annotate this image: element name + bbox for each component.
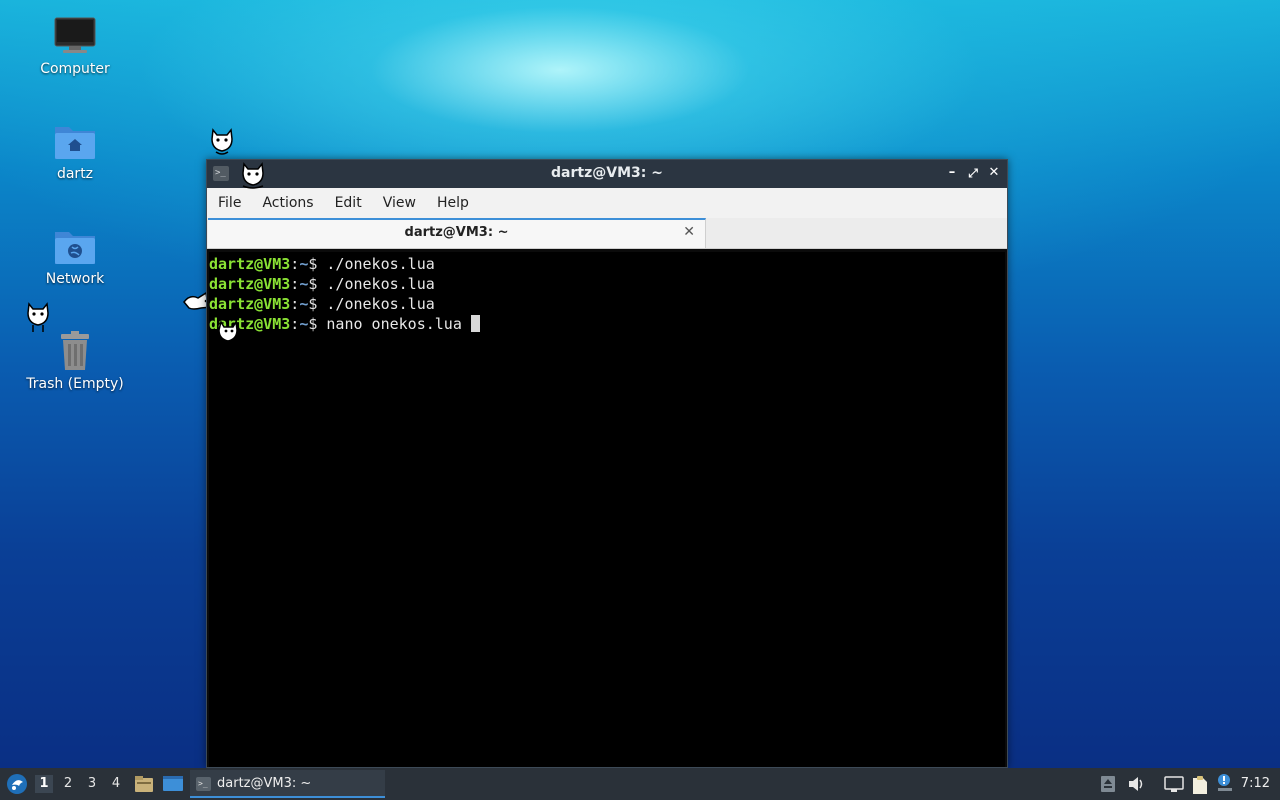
neko-cat-icon — [27, 302, 49, 332]
clock[interactable]: 7:12 — [1241, 776, 1270, 791]
workspace-1[interactable]: 1 — [35, 775, 53, 793]
terminal-line: dartz@VM3:~$ ./onekos.lua — [209, 255, 435, 273]
desktop-icon-label: Computer — [40, 61, 110, 77]
menu-help[interactable]: Help — [427, 195, 479, 211]
home-folder-icon — [55, 127, 95, 159]
desktop-icon-label: Network — [45, 271, 105, 287]
volume-icon[interactable] — [1127, 775, 1145, 793]
neko-cat-icon — [242, 162, 264, 189]
start-menu-icon[interactable] — [6, 773, 28, 795]
desktop-icon-computer[interactable]: Computer — [20, 16, 130, 78]
eject-icon[interactable] — [1100, 775, 1116, 793]
desktop-icon-network[interactable]: Network — [20, 226, 130, 288]
tab-close-icon[interactable]: ✕ — [683, 224, 695, 240]
workspace-4[interactable]: 4 — [107, 775, 125, 793]
taskbar-item-label: dartz@VM3: ~ — [217, 776, 312, 791]
minimize-button[interactable]: – — [943, 164, 961, 182]
terminal-line: dartz@VM3:~$ ./onekos.lua — [209, 295, 435, 313]
tab-terminal[interactable]: dartz@VM3: ~ ✕ — [208, 218, 706, 248]
terminal-app-icon: >_ — [196, 777, 211, 791]
taskbar-item-terminal[interactable]: >_ dartz@VM3: ~ — [190, 770, 385, 798]
menu-view[interactable]: View — [373, 195, 426, 211]
network-tray-icon[interactable] — [1164, 775, 1184, 793]
trash-icon — [61, 331, 89, 370]
menu-bar: File Actions Edit View Help — [207, 188, 1007, 218]
workspace-2[interactable]: 2 — [59, 775, 77, 793]
terminal-output[interactable]: dartz@VM3:~$ ./onekos.lua dartz@VM3:~$ .… — [209, 252, 1005, 767]
desktop-icon-label: dartz — [56, 166, 94, 182]
desktop-icon-trash[interactable]: Trash (Empty) — [20, 331, 130, 393]
terminal-window[interactable]: >_ dartz@VM3: ~ – ⤢ ✕ File Actions Edit … — [206, 159, 1008, 768]
menu-edit[interactable]: Edit — [325, 195, 372, 211]
terminal-line: dartz@VM3:~$ nano onekos.lua — [209, 314, 1005, 334]
neko-cat-icon — [211, 128, 233, 155]
terminal-cursor — [470, 315, 480, 332]
terminal-line: dartz@VM3:~$ ./onekos.lua — [209, 275, 435, 293]
desktop: Computer dartz Network Trash (Empty) >_ … — [0, 0, 1280, 768]
tab-title: dartz@VM3: ~ — [404, 225, 509, 240]
window-title: dartz@VM3: ~ — [551, 165, 663, 181]
taskbar: 1 2 3 4 >_ dartz@VM3: ~ 7:12 — [0, 768, 1280, 800]
maximize-button[interactable]: ⤢ — [964, 164, 982, 182]
notification-icon[interactable] — [1216, 773, 1234, 793]
clipboard-icon[interactable] — [1190, 775, 1210, 795]
desktop-icon-home[interactable]: dartz — [20, 121, 130, 183]
tab-bar: dartz@VM3: ~ ✕ — [207, 218, 1007, 249]
window-titlebar[interactable]: >_ dartz@VM3: ~ – ⤢ ✕ — [207, 160, 1007, 188]
workspace-3[interactable]: 3 — [83, 775, 101, 793]
menu-file[interactable]: File — [208, 195, 251, 211]
neko-cat-icon — [218, 319, 238, 346]
network-folder-icon — [55, 232, 95, 264]
desktop-icon-label: Trash (Empty) — [26, 376, 124, 392]
show-desktop-icon[interactable] — [162, 774, 184, 794]
menu-actions[interactable]: Actions — [252, 195, 323, 211]
close-window-button[interactable]: ✕ — [985, 164, 1003, 182]
monitor-icon — [54, 17, 96, 53]
file-manager-icon[interactable] — [134, 774, 154, 794]
